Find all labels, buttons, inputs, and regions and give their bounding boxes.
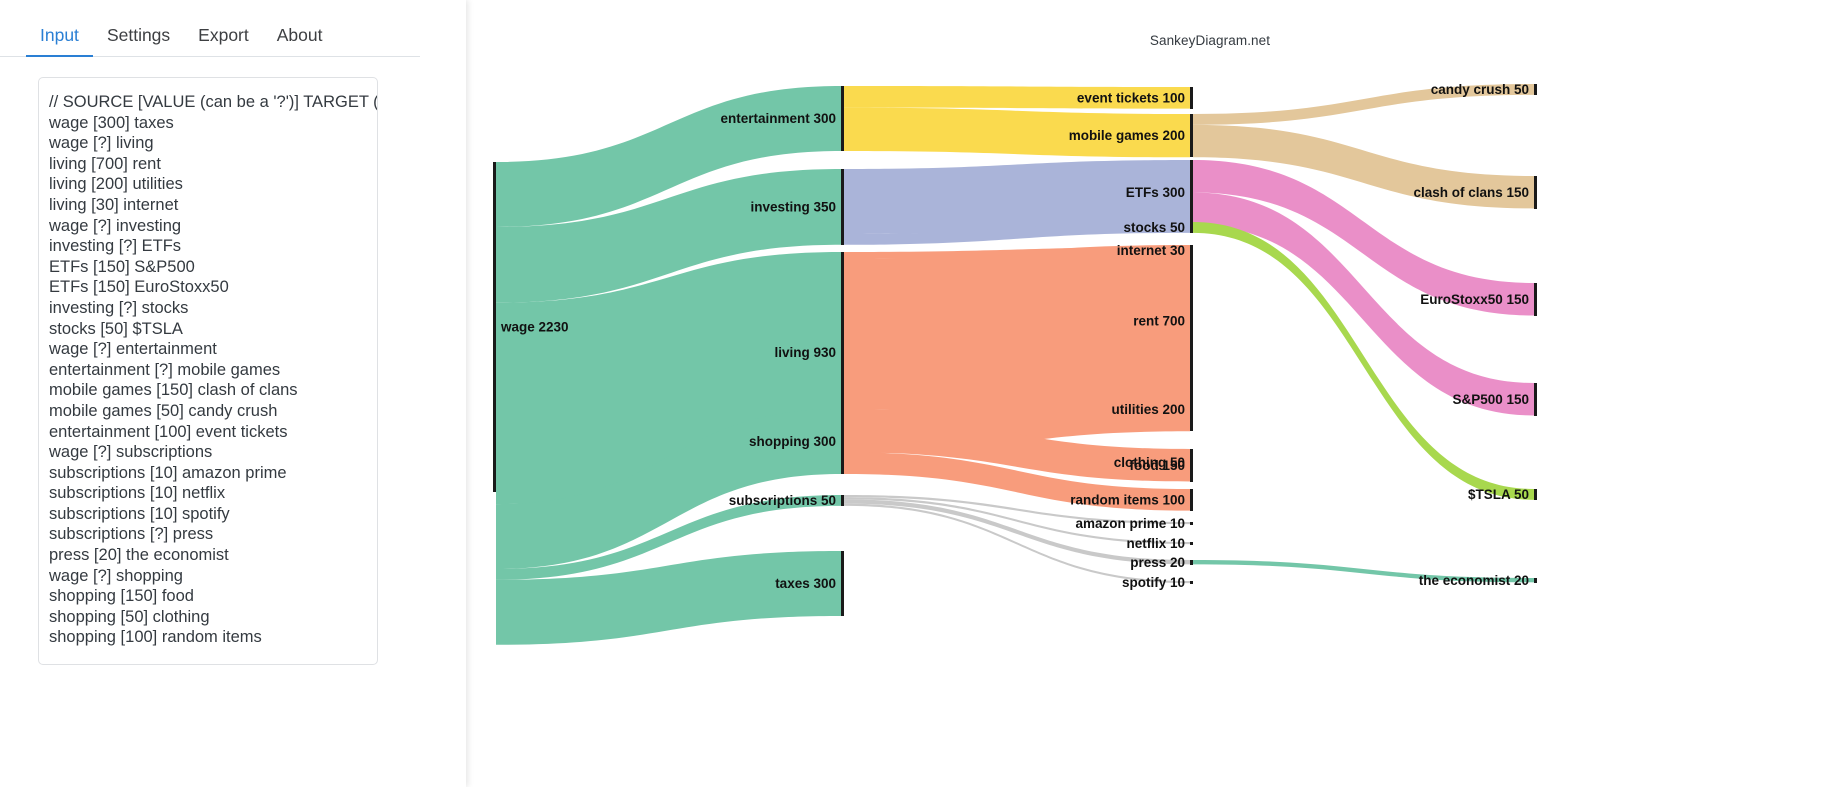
editor-line: subscriptions [10] spotify (49, 504, 230, 523)
tab-about[interactable]: About (263, 26, 337, 58)
sankey-node-label: the economist 20 (1419, 573, 1529, 588)
sankey-node-bar[interactable] (1190, 222, 1193, 233)
editor-line: investing [?] ETFs (49, 237, 182, 256)
editor-line: press [20] the economist (49, 546, 229, 565)
sankey-node-bar[interactable] (1190, 87, 1193, 109)
editor-line: subscriptions [10] netflix (49, 484, 226, 503)
editor-line: subscriptions [10] amazon prime (49, 463, 287, 482)
editor-line: shopping [100] random items (49, 628, 262, 647)
editor-line: stocks [50] $TSLA (49, 319, 183, 338)
editor-line: wage [?] entertainment (49, 340, 217, 359)
sankey-node-label: candy crush 50 (1431, 82, 1529, 97)
sankey-node-bar[interactable] (1534, 283, 1537, 316)
sankey-node-bar[interactable] (841, 409, 844, 474)
sankey-node-label: random items 100 (1070, 493, 1185, 508)
sankey-node-label: entertainment 300 (720, 111, 836, 126)
sankey-node-bar[interactable] (1190, 160, 1193, 225)
sankey-node-label: rent 700 (1133, 314, 1185, 329)
editor-line: ETFs [150] EuroStoxx50 (49, 278, 229, 297)
sankey-node-label: amazon prime 10 (1075, 516, 1185, 531)
sankey-node-bar[interactable] (1190, 449, 1193, 482)
sankey-source-textarea[interactable]: // SOURCE [VALUE (can be a '?')] TARGET … (38, 77, 378, 665)
editor-line: living [700] rent (49, 154, 161, 173)
sankey-node-label: shopping 300 (749, 434, 836, 449)
editor-line: entertainment [100] event tickets (49, 422, 288, 441)
sankey-node-bar[interactable] (1190, 114, 1193, 157)
editor-line: mobile games [50] candy crush (49, 401, 278, 420)
sankey-node-label: press 20 (1130, 555, 1185, 570)
sankey-node-label: taxes 300 (775, 576, 836, 591)
tab-bar: Input Settings Export About (0, 0, 420, 57)
editor-line: mobile games [150] clash of clans (49, 381, 298, 400)
editor-line: wage [300] taxes (49, 113, 174, 132)
diagram-panel: SankeyDiagram.net wage 2230 entertainment… (466, 0, 1828, 787)
sankey-node-bar[interactable] (1534, 383, 1537, 416)
sankey-node-label: utilities 200 (1111, 402, 1185, 417)
sankey-node-bar[interactable] (1190, 522, 1193, 525)
sankey-node-label: ETFs 300 (1126, 185, 1185, 200)
editor-line: living [200] utilities (49, 175, 183, 194)
sankey-diagram[interactable]: wage 2230 entertainment 300 investing 350 l… (466, 0, 1828, 787)
sankey-node-label: S&P500 150 (1452, 392, 1529, 407)
sankey-node-bar[interactable] (841, 551, 844, 616)
editor-line: // SOURCE [VALUE (can be a '?')] TARGET … (49, 93, 377, 111)
editor-line: ETFs [150] S&P500 (49, 257, 195, 276)
sankey-node-label: EuroStoxx50 150 (1420, 292, 1529, 307)
app-root: Input Settings Export About // SOURCE [V… (0, 0, 1828, 787)
sankey-node-bar[interactable] (1190, 388, 1193, 431)
sankey-node-bar[interactable] (841, 495, 844, 506)
sankey-node-label: internet 30 (1117, 243, 1185, 258)
sankey-node-bar[interactable] (1190, 245, 1193, 397)
sankey-node-label: $TSLA 50 (1468, 487, 1529, 502)
sankey-node-bar[interactable] (1534, 578, 1537, 583)
sankey-node-label: clash of clans 150 (1413, 185, 1529, 200)
tab-settings[interactable]: Settings (93, 26, 184, 58)
tab-export[interactable]: Export (184, 26, 263, 58)
sankey-node-label: investing 350 (750, 200, 836, 215)
sankey-node-bar[interactable] (493, 162, 496, 492)
editor-line: wage [?] subscriptions (49, 443, 213, 462)
sankey-node-label: subscriptions 50 (729, 493, 836, 508)
editor-line: shopping [150] food (49, 587, 194, 606)
editor-line: entertainment [?] mobile games (49, 360, 281, 379)
sankey-node-label: wage 2230 (500, 320, 569, 335)
left-panel: Input Settings Export About // SOURCE [V… (0, 0, 466, 787)
editor-line: wage [?] shopping (49, 566, 183, 585)
sankey-node-label: netflix 10 (1126, 536, 1185, 551)
editor-line: subscriptions [?] press (49, 525, 214, 544)
sankey-node-bar[interactable] (1534, 176, 1537, 209)
editor-wrapper: // SOURCE [VALUE (can be a '?')] TARGET … (38, 77, 440, 665)
sankey-node-bar[interactable] (1190, 542, 1193, 545)
sankey-link[interactable] (1193, 222, 1534, 500)
sankey-node-label: spotify 10 (1122, 575, 1185, 590)
editor-line: wage [?] investing (49, 216, 182, 235)
sankey-node-bar[interactable] (841, 86, 844, 151)
editor-line: investing [?] stocks (49, 298, 189, 317)
sankey-node-label: mobile games 200 (1069, 128, 1185, 143)
tab-input[interactable]: Input (26, 26, 93, 57)
editor-line: living [30] internet (49, 195, 179, 214)
editor-line: wage [?] living (49, 134, 154, 153)
editor-line: shopping [50] clothing (49, 607, 210, 626)
sankey-node-bar[interactable] (1534, 489, 1537, 500)
sankey-node-label: stocks 50 (1123, 220, 1185, 235)
sankey-node-label: living 930 (774, 345, 836, 360)
sankey-node-bar[interactable] (1190, 489, 1193, 511)
sankey-node-label: event tickets 100 (1077, 91, 1185, 106)
sankey-node-label: food 150 (1129, 458, 1185, 473)
sankey-node-bar[interactable] (1190, 560, 1193, 565)
sankey-node-bar[interactable] (841, 169, 844, 245)
sankey-node-bar[interactable] (1190, 581, 1193, 584)
sankey-node-bar[interactable] (1534, 84, 1537, 95)
